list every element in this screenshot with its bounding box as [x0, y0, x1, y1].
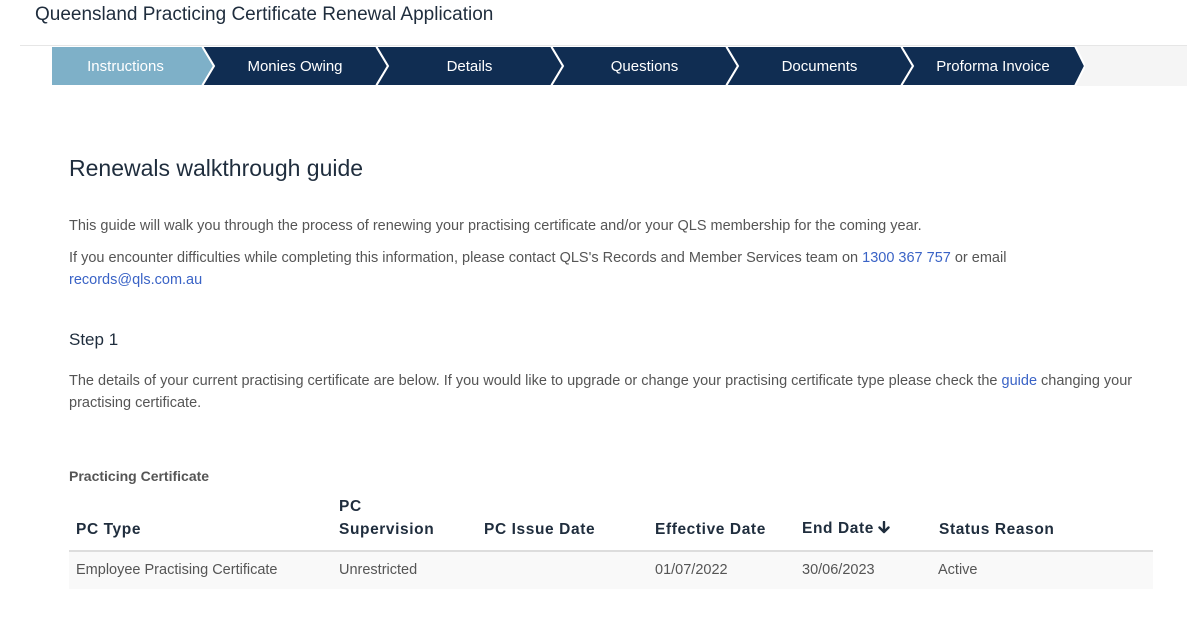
- progress-stepper: Instructions Monies Owing Details Questi…: [51, 46, 1087, 86]
- end-date-label: End Date: [802, 520, 874, 537]
- cell-pc-type: Employee Practising Certificate: [76, 562, 278, 578]
- table-label: Practicing Certificate: [69, 468, 210, 484]
- cell-effective-date: 01/07/2022: [655, 562, 728, 578]
- column-header-effective-date[interactable]: Effective Date: [655, 518, 766, 541]
- column-header-status-reason[interactable]: Status Reason: [939, 518, 1054, 541]
- contact-text: If you encounter difficulties while comp…: [69, 247, 1069, 291]
- cell-end-date: 30/06/2023: [802, 562, 875, 578]
- step-instructions[interactable]: Instructions: [51, 46, 214, 86]
- table-header: PC Type PC Supervision PC Issue Date Eff…: [69, 492, 1153, 552]
- column-header-pc-issue-date[interactable]: PC Issue Date: [484, 518, 595, 541]
- step-monies-owing[interactable]: Monies Owing: [202, 46, 388, 86]
- cell-status-reason: Active: [938, 562, 978, 578]
- practicing-certificate-table: PC Type PC Supervision PC Issue Date Eff…: [69, 492, 1153, 589]
- cell-pc-supervision: Unrestricted: [339, 562, 418, 578]
- page-title: Renewals walkthrough guide: [69, 155, 364, 181]
- column-header-pc-type[interactable]: PC Type: [76, 518, 141, 541]
- step1-text: The details of your current practising c…: [69, 370, 1159, 414]
- step-label: Instructions: [87, 57, 164, 75]
- step-label: Monies Owing: [247, 57, 343, 75]
- step-questions[interactable]: Questions: [551, 46, 738, 86]
- contact-text-start: If you encounter difficulties while comp…: [69, 250, 863, 266]
- email-link[interactable]: records@qls.com.au: [69, 272, 202, 288]
- step-label: Proforma Invoice: [936, 57, 1050, 75]
- step-label: Documents: [781, 57, 858, 75]
- column-header-pc-supervision[interactable]: PC Supervision: [339, 495, 459, 541]
- stepper-background: [1075, 46, 1187, 86]
- step1-text-start: The details of your current practising c…: [69, 373, 1002, 389]
- contact-text-middle: or email: [950, 250, 1007, 266]
- step-proforma-invoice[interactable]: Proforma Invoice: [901, 46, 1085, 86]
- step-label: Questions: [610, 57, 679, 75]
- intro-text: This guide will walk you through the pro…: [69, 218, 922, 234]
- column-header-end-date[interactable]: End Date: [802, 517, 890, 541]
- phone-link[interactable]: 1300 367 757: [862, 250, 951, 266]
- table-row[interactable]: Employee Practising Certificate Unrestri…: [69, 552, 1153, 589]
- arrow-down-icon: [878, 518, 890, 541]
- step1-heading: Step 1: [69, 330, 119, 349]
- step-label: Details: [446, 57, 493, 75]
- guide-link[interactable]: guide: [1002, 373, 1037, 389]
- step-details[interactable]: Details: [376, 46, 563, 86]
- step-documents[interactable]: Documents: [726, 46, 913, 86]
- app-title: Queensland Practicing Certificate Renewa…: [35, 4, 494, 25]
